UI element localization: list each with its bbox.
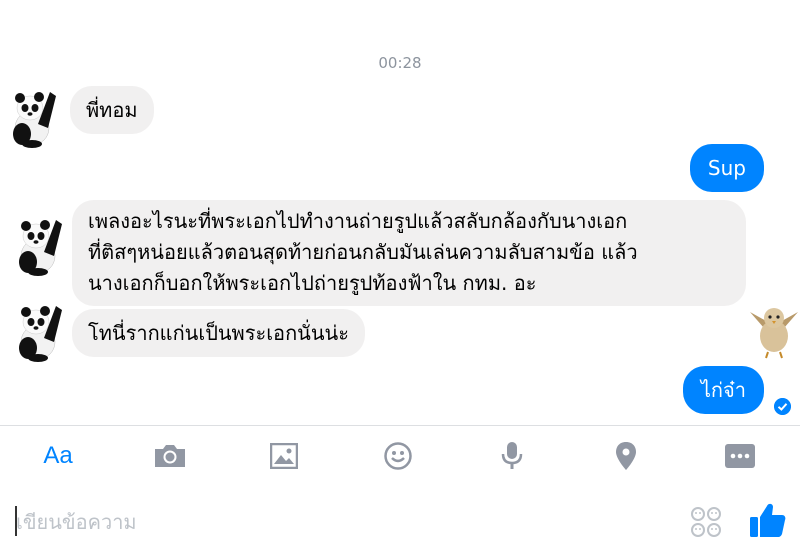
seen-check-icon: [774, 398, 791, 415]
panda-avatar[interactable]: [8, 84, 58, 148]
voice-button[interactable]: [492, 438, 532, 474]
emoji-icon: [384, 442, 412, 470]
message-line: นางเอกก็บอกให้พระเอกไปถ่ายรูปท้องฟ้าใน ก…: [88, 271, 537, 295]
composer: [0, 492, 800, 548]
composer-toolbar: Aa: [0, 426, 800, 486]
thumbs-up-icon: [750, 503, 786, 537]
message-bubble-outgoing[interactable]: Sup: [689, 144, 764, 192]
sticker-button[interactable]: [688, 504, 724, 540]
sticker-icon: [691, 507, 721, 537]
message-line: เพลงอะไรนะที่พระเอกไปทำงานถ่ายรูปแล้วสลั…: [88, 209, 628, 233]
location-button[interactable]: [606, 438, 646, 474]
panda-avatar[interactable]: [14, 212, 64, 276]
panda-avatar[interactable]: [14, 298, 64, 362]
message-thread: 00:28 พี่ทอม Sup เพลงอะไรนะที่พระเอกไปทำ…: [0, 0, 800, 426]
message-bubble-incoming[interactable]: พี่ทอม: [70, 86, 154, 134]
message-bubble-incoming[interactable]: โทนี่รากแก่นเป็นพระเอกนั่นน่ะ: [72, 309, 365, 357]
image-icon: [270, 443, 298, 469]
message-line: ที่ติสๆหน่อยแล้วตอนสุดท้ายก่อนกลับมันเล่…: [88, 240, 638, 264]
message-input[interactable]: [14, 502, 676, 542]
more-button[interactable]: [720, 438, 760, 474]
like-button[interactable]: [748, 500, 788, 540]
timestamp: 00:28: [378, 54, 422, 72]
emoji-button[interactable]: [378, 438, 418, 474]
text-format-label: Aa: [43, 442, 73, 469]
message-bubble-outgoing[interactable]: ไก่จ๋า: [682, 366, 764, 414]
message-bubble-incoming[interactable]: เพลงอะไรนะที่พระเอกไปทำงานถ่ายรูปแล้วสลั…: [72, 200, 746, 306]
camera-button[interactable]: [150, 438, 190, 474]
photo-button[interactable]: [264, 438, 304, 474]
camera-icon: [155, 445, 185, 467]
location-icon: [616, 442, 636, 470]
more-icon: [725, 444, 755, 468]
chick-sticker: [750, 308, 798, 359]
microphone-icon: [501, 442, 523, 469]
text-format-button[interactable]: Aa: [38, 438, 78, 474]
